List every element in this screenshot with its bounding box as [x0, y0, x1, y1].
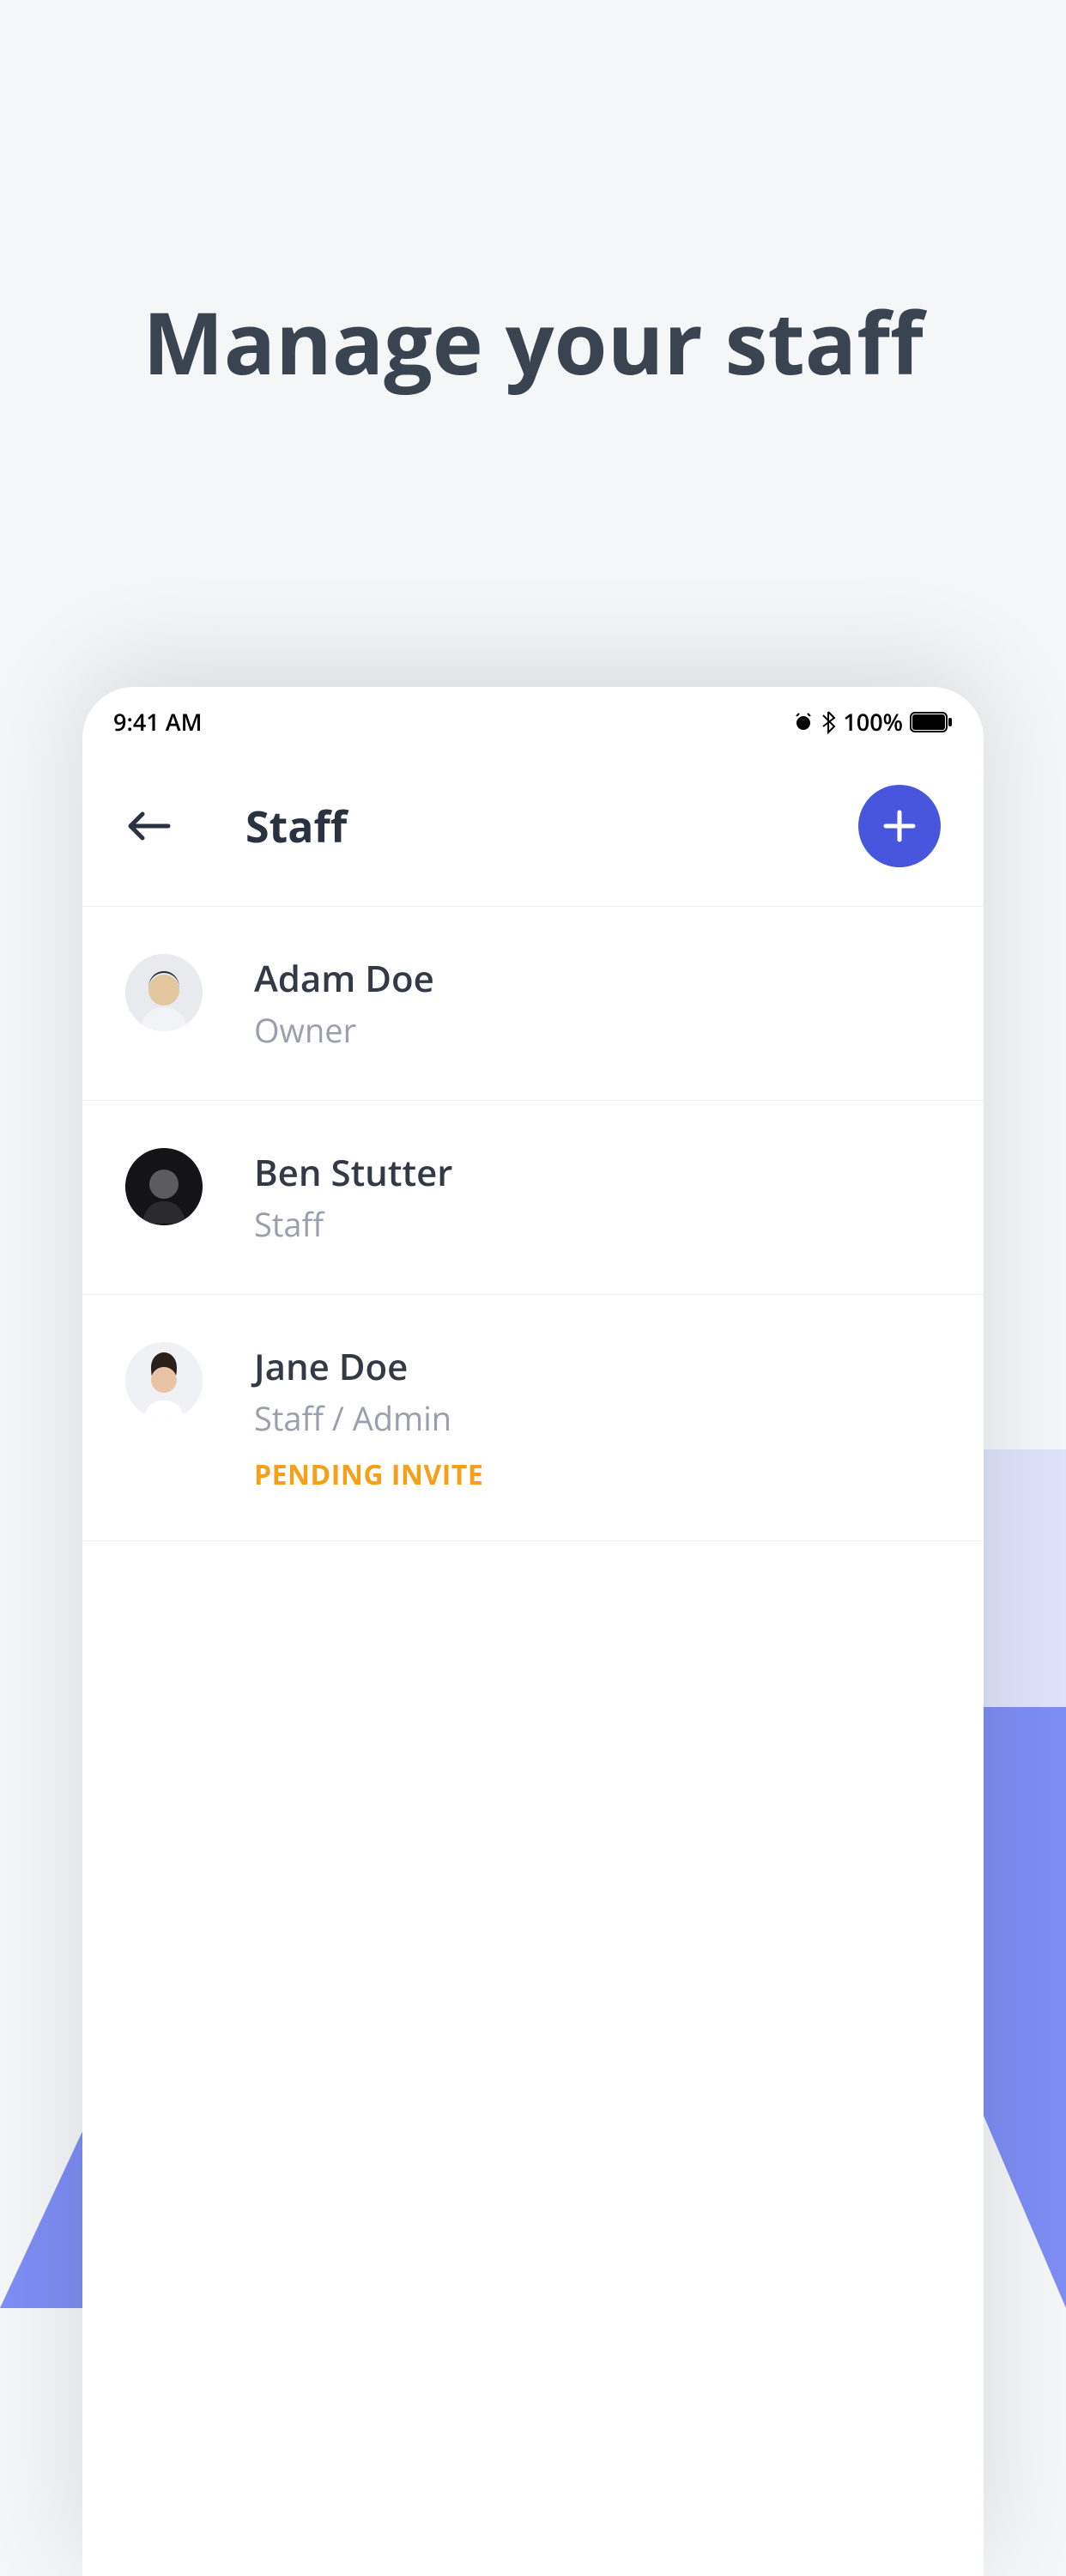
avatar [125, 1342, 203, 1419]
app-header: Staff [82, 746, 984, 907]
battery-pct-label: 100% [843, 706, 903, 738]
marketing-headline: Manage your staff [0, 283, 1066, 400]
phone-frame: 9:41 AM 100% Staff [82, 687, 984, 2576]
bluetooth-icon [821, 710, 836, 734]
staff-role: Owner [254, 1008, 434, 1053]
staff-text: Jane Doe Staff / Admin PENDING INVITE [254, 1342, 483, 1493]
battery-icon [910, 712, 953, 732]
page-title: Staff [245, 797, 858, 855]
status-time: 9:41 AM [113, 706, 202, 738]
alarm-icon [793, 712, 814, 732]
staff-row[interactable]: Adam Doe Owner [82, 907, 984, 1101]
staff-text: Ben Stutter Staff [254, 1148, 452, 1247]
back-button[interactable] [125, 800, 177, 852]
avatar [125, 1148, 203, 1225]
staff-name: Adam Doe [254, 954, 434, 1003]
staff-name: Ben Stutter [254, 1148, 452, 1197]
staff-role: Staff / Admin [254, 1396, 483, 1441]
staff-row[interactable]: Ben Stutter Staff [82, 1101, 984, 1295]
status-right-group: 100% [793, 706, 953, 738]
staff-role: Staff [254, 1202, 452, 1247]
avatar [125, 954, 203, 1031]
plus-icon [881, 807, 918, 845]
staff-row[interactable]: Jane Doe Staff / Admin PENDING INVITE [82, 1295, 984, 1541]
pending-invite-badge: PENDING INVITE [254, 1456, 483, 1493]
arrow-left-icon [125, 809, 172, 843]
staff-text: Adam Doe Owner [254, 954, 434, 1053]
staff-name: Jane Doe [254, 1342, 483, 1391]
status-bar: 9:41 AM 100% [82, 687, 984, 746]
add-staff-button[interactable] [858, 785, 941, 867]
